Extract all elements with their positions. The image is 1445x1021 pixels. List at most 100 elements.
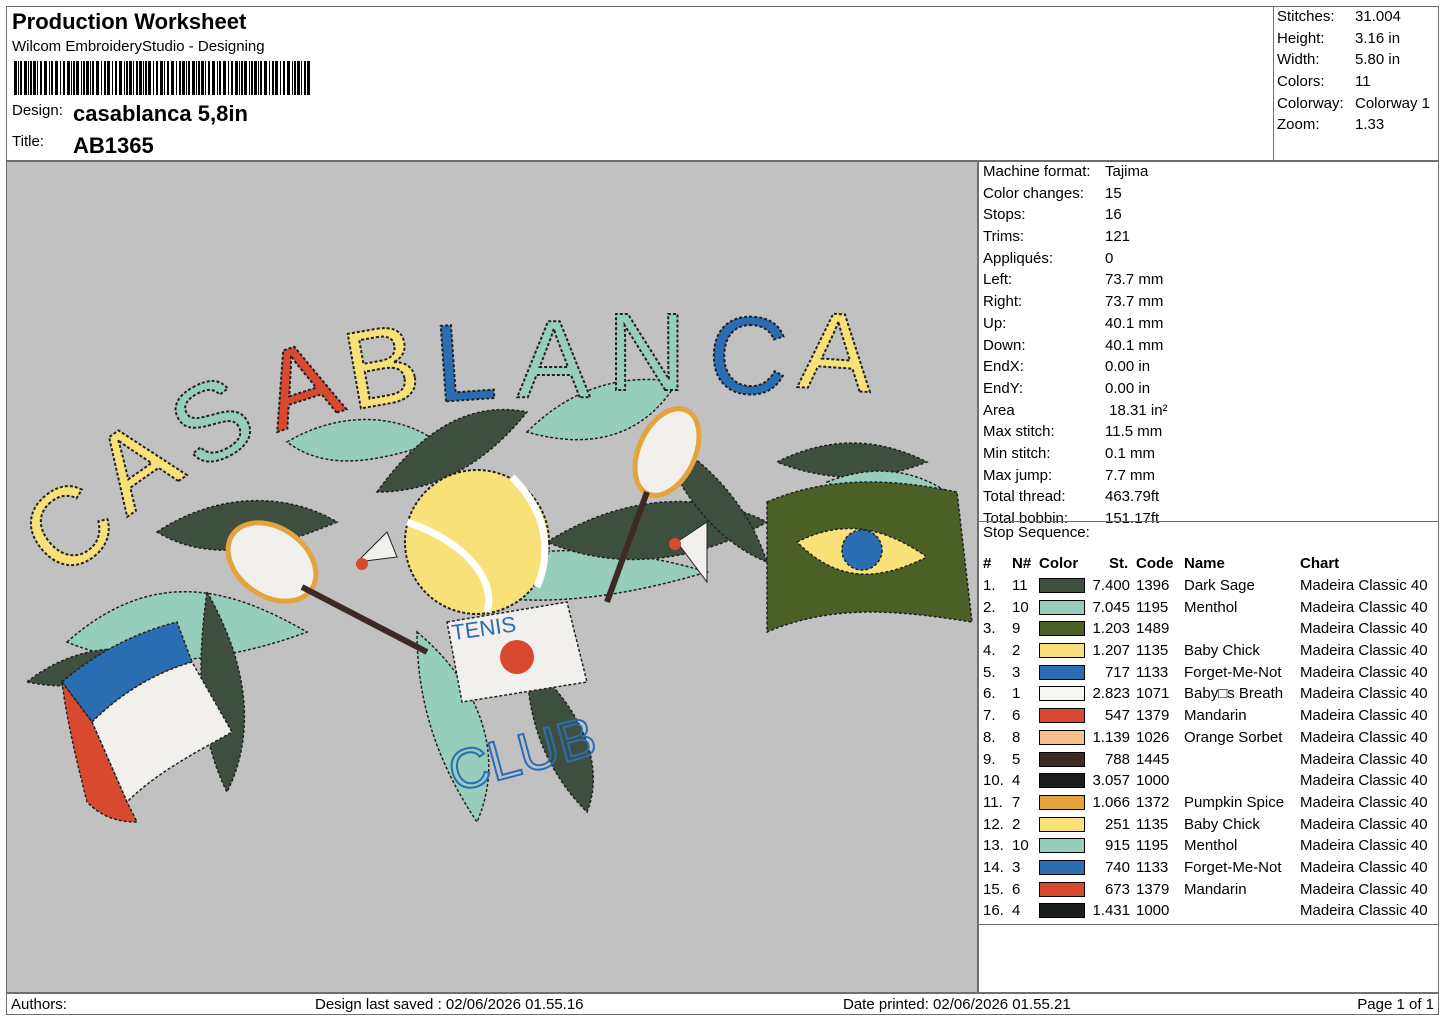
thread-code: 1195: [1136, 837, 1169, 855]
worksheet-footer: Authors: Design last saved : 02/06/2026 …: [6, 993, 1439, 1015]
design-letter: C: [706, 293, 790, 419]
property-key: Total thread:: [983, 488, 1066, 506]
design-letter: A: [517, 298, 591, 421]
thread-name: Pumpkin Spice: [1184, 793, 1285, 811]
stop-index: 2.: [983, 598, 996, 616]
property-key: Trims:: [983, 228, 1025, 246]
thread-chart: Madeira Classic 40: [1300, 642, 1428, 660]
property-row: Left: 73.7 mm: [983, 271, 1168, 293]
embroidery-design: TENIS CLUB CASAB L A N C A: [7, 287, 973, 824]
thread-code: 1135: [1136, 815, 1169, 833]
thread-code: 1000: [1136, 902, 1170, 920]
col-num: #: [983, 555, 992, 573]
authors-label: Authors:: [11, 996, 67, 1013]
design-preview: TENIS CLUB CASABLANCA: [6, 161, 978, 993]
design-letter: A: [795, 288, 877, 416]
last-saved: Design last saved : 02/06/2026 01.55.16: [315, 996, 584, 1013]
property-row: Area 18.31 in²: [983, 402, 1168, 424]
stitch-count: 673: [1104, 880, 1130, 898]
property-key: Left:: [983, 271, 1013, 289]
property-row: Total thread: 463.79ft: [983, 488, 1168, 510]
summary-key: Zoom:: [1277, 116, 1320, 134]
needle-number: 7: [1012, 793, 1021, 811]
property-row: Max stitch: 11.5 mm: [983, 423, 1168, 445]
stitch-count: 7.400: [1092, 577, 1130, 595]
stop-row: 16. 4 1.431 1000 Madeira Classic 40: [979, 900, 1440, 922]
color-swatch: [1039, 643, 1085, 659]
stop-index: 6.: [983, 685, 996, 703]
stitch-count: 740: [1104, 858, 1130, 876]
stop-row: 12. 2 251 1135 Baby Chick Madeira Classic 40: [979, 813, 1440, 835]
thread-chart: Madeira Classic 40: [1300, 598, 1428, 616]
stop-row: 15. 6 673 1379 Mandarin Madeira Classic 40: [979, 878, 1440, 900]
properties-panel: Machine format: Tajima Color changes: 15 Sto…: [978, 161, 1439, 993]
thread-code: 1396: [1136, 577, 1170, 595]
stop-row: 3. 9 1.203 1489 Madeira Classic 40: [979, 618, 1440, 640]
color-swatch: [1039, 664, 1085, 680]
property-key: Appliqués:: [983, 249, 1054, 267]
needle-number: 3: [1012, 663, 1021, 681]
title-label: Title:: [12, 133, 44, 150]
property-row: Appliqués: 0: [983, 250, 1168, 272]
worksheet-title: Production Worksheet: [12, 9, 247, 34]
thread-chart: Madeira Classic 40: [1300, 793, 1428, 811]
stitch-count: 717: [1104, 663, 1130, 681]
stitch-count: 547: [1104, 707, 1130, 725]
property-key: EndY:: [983, 379, 1024, 397]
stitch-count: 3.057: [1092, 772, 1130, 790]
summary-key: Height:: [1277, 29, 1325, 47]
property-value: Tajima: [1105, 163, 1149, 180]
property-value: 463.79ft: [1105, 488, 1160, 506]
date-printed: Date printed: 02/06/2026 01.55.21: [843, 996, 1071, 1013]
needle-number: 8: [1012, 728, 1021, 746]
thread-code: 1000: [1136, 772, 1170, 790]
stop-row: 9. 5 788 1445 Madeira Classic 40: [979, 748, 1440, 770]
property-value: 0.1 mm: [1105, 444, 1156, 462]
summary-value: 1.33: [1355, 116, 1385, 134]
col-name: Name: [1184, 555, 1225, 573]
thread-chart: Madeira Classic 40: [1300, 902, 1428, 920]
stop-index: 3.: [983, 620, 996, 638]
needle-number: 10: [1012, 598, 1029, 616]
needle-number: 2: [1012, 642, 1021, 660]
stop-index: 16.: [983, 902, 1004, 920]
summary-value: 11: [1355, 73, 1371, 91]
design-letter: B: [335, 300, 429, 434]
col-code: Code: [1136, 555, 1174, 573]
color-swatch: [1039, 729, 1085, 745]
needle-number: 11: [1012, 577, 1028, 595]
thread-chart: Madeira Classic 40: [1300, 685, 1428, 703]
thread-code: 1445: [1136, 750, 1170, 768]
property-value: 121: [1105, 228, 1131, 246]
summary-row: Stitches: 31.004: [1277, 8, 1430, 30]
design-letter: L: [430, 299, 500, 426]
property-value: 11.5 mm: [1105, 423, 1163, 441]
stop-index: 10.: [983, 772, 1004, 790]
thread-name: Forget-Me-Not: [1184, 858, 1282, 876]
col-color: Color: [1039, 555, 1079, 573]
thread-code: 1379: [1136, 880, 1170, 898]
stop-sequence-title: Stop Sequence:: [983, 524, 1090, 541]
needle-number: 3: [1012, 858, 1021, 876]
thread-code: 1372: [1136, 793, 1170, 811]
stop-index: 5.: [983, 663, 996, 681]
property-key: Stops:: [983, 206, 1026, 224]
stitch-count: 1.066: [1092, 793, 1130, 811]
summary-row: Height: 3.16 in: [1277, 30, 1430, 52]
brazil-flag: [766, 481, 973, 634]
col-chart: Chart: [1300, 555, 1340, 573]
thread-name: Menthol: [1184, 598, 1238, 616]
summary-value: Colorway 1: [1355, 94, 1431, 112]
thread-chart: Madeira Classic 40: [1300, 663, 1428, 681]
thread-chart: Madeira Classic 40: [1300, 707, 1428, 725]
shuttlecock-left: [355, 531, 398, 570]
property-key: Area: [983, 401, 1015, 419]
stop-row: 8. 8 1.139 1026 Orange Sorbet Madeira Classic…: [979, 727, 1440, 749]
stitch-count: 7.045: [1092, 598, 1130, 616]
stop-row: 13. 10 915 1195 Menthol Madeira Classic 40: [979, 835, 1440, 857]
color-swatch: [1039, 578, 1085, 594]
thread-name: Baby Chick: [1184, 815, 1260, 833]
stop-sequence-table: # N# Color St. Code Name Chart 1. 11 7.400…: [979, 553, 1440, 922]
thread-chart: Madeira Classic 40: [1300, 815, 1428, 833]
property-value: 7.7 mm: [1105, 466, 1156, 484]
